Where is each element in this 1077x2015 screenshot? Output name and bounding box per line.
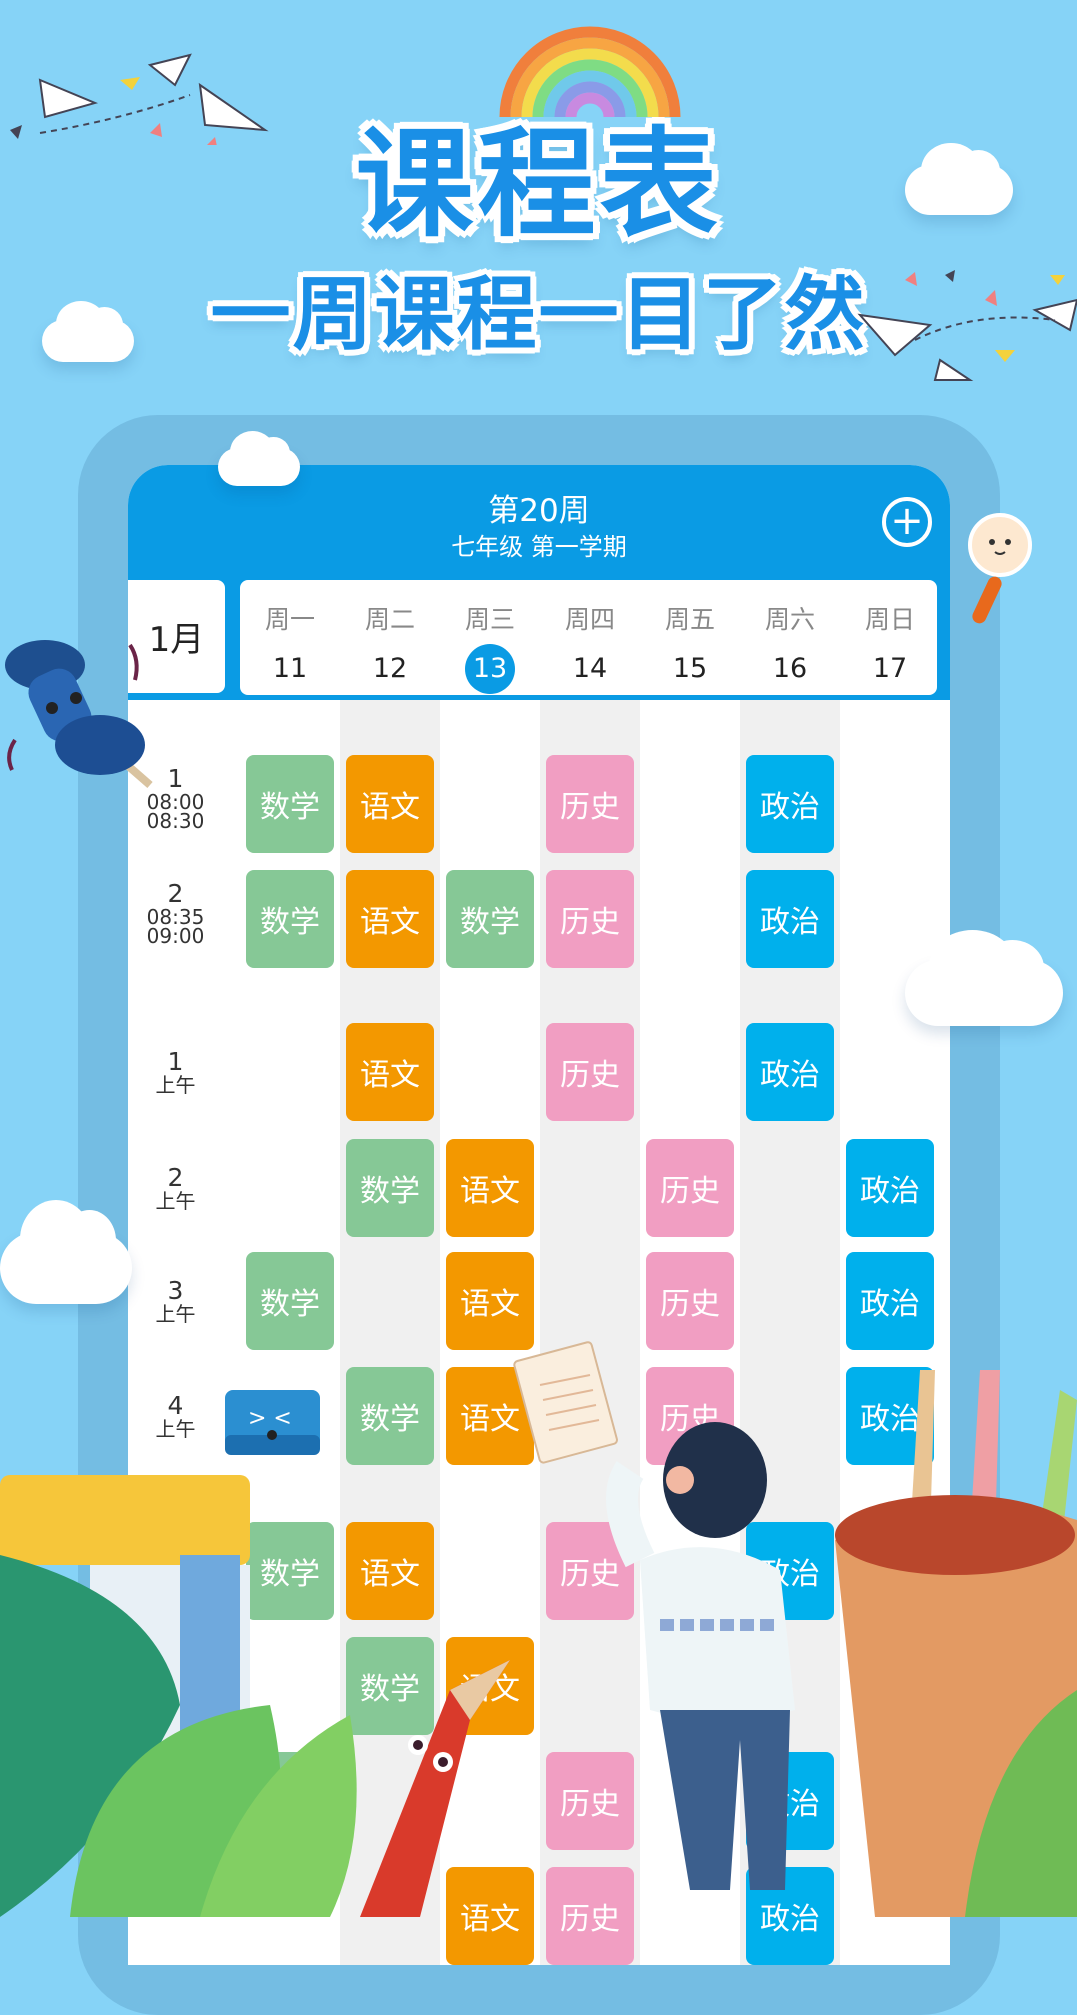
- period-number: 1: [167, 1047, 184, 1076]
- period-number: 3: [167, 1276, 184, 1305]
- cloud-decoration: [905, 142, 1013, 215]
- day-column-header[interactable]: 周六 16: [740, 580, 840, 694]
- period-label: 4 上午: [128, 1391, 223, 1441]
- pencil-cup-illustration: [835, 1370, 1077, 1917]
- period-number: 4: [167, 1391, 184, 1420]
- weekday-label: 周二: [364, 605, 415, 634]
- weekday-label: 周五: [664, 605, 715, 634]
- date-label: 14: [572, 653, 608, 684]
- date-label: 11: [272, 653, 308, 684]
- date-label: 16: [772, 653, 808, 684]
- week-days-bar: 周一 11 周二 12 周三 13 周四 14 周五 15 周六 16 周日 17: [240, 580, 937, 695]
- lesson-block[interactable]: 数学: [246, 870, 334, 968]
- period-time: 上午: [155, 1073, 196, 1097]
- lesson-block[interactable]: 历史: [546, 755, 634, 853]
- lesson-block[interactable]: 数学: [346, 1139, 434, 1237]
- cloud-decoration: [218, 430, 300, 486]
- day-column-header[interactable]: 周四 14: [540, 580, 640, 694]
- day-column-header[interactable]: 周五 15: [640, 580, 740, 694]
- term-label[interactable]: 七年级 第一学期: [128, 527, 950, 562]
- date-label: 15: [672, 653, 708, 684]
- lesson-block[interactable]: 数学: [346, 1367, 434, 1465]
- lesson-block[interactable]: 政治: [746, 755, 834, 853]
- lesson-block[interactable]: 政治: [746, 870, 834, 968]
- plus-circle-icon: +: [890, 498, 924, 544]
- period-time: 09:00: [146, 924, 205, 948]
- cloud-decoration: [905, 930, 1063, 1026]
- weekday-label: 周日: [864, 605, 915, 634]
- day-column-header[interactable]: 周一 11: [240, 580, 340, 694]
- lesson-block[interactable]: 语文: [346, 755, 434, 853]
- period-number: 2: [167, 879, 184, 908]
- svg-text:> <: > <: [248, 1406, 292, 1431]
- week-number[interactable]: 第20周: [128, 485, 950, 530]
- today-date-badge: 13: [465, 644, 515, 694]
- cloud-decoration: [42, 301, 134, 362]
- lesson-block[interactable]: 历史: [546, 1023, 634, 1121]
- paper-planes-illustration: [10, 53, 269, 145]
- day-column-header[interactable]: 周日 17: [840, 580, 940, 694]
- period-time: 上午: [155, 1417, 196, 1441]
- add-course-button[interactable]: +: [882, 497, 932, 547]
- lesson-block[interactable]: 历史: [646, 1139, 734, 1237]
- lesson-block[interactable]: 语文: [346, 870, 434, 968]
- lesson-block[interactable]: 政治: [846, 1139, 934, 1237]
- lesson-block[interactable]: 政治: [746, 1023, 834, 1121]
- day-column-header[interactable]: 周二 12: [340, 580, 440, 694]
- lesson-block[interactable]: 数学: [446, 870, 534, 968]
- period-label: 3 上午: [128, 1276, 223, 1326]
- period-label: 1 上午: [128, 1047, 223, 1097]
- weekday-label: 周四: [564, 605, 615, 634]
- period-time: 上午: [155, 1302, 196, 1326]
- date-label: 12: [372, 653, 408, 684]
- timetable-header: 第20周 七年级 第一学期 + 1月 周一 11 周二 12 周三 13 周四 14 周五 15 周…: [128, 465, 950, 700]
- date-label: 17: [872, 653, 908, 684]
- weekday-label: 周一: [264, 605, 315, 634]
- period-number: 2: [167, 1163, 184, 1192]
- books-leaves-illustration: [0, 1475, 357, 1917]
- paper-planes-illustration-right: [857, 270, 1077, 381]
- lesson-block[interactable]: 语文: [446, 1139, 534, 1237]
- cloud-decoration: [0, 1199, 132, 1304]
- weekday-label: 周六: [764, 605, 815, 634]
- rainbow-illustration: [499, 26, 681, 117]
- eraser-character-illustration: > <: [225, 1390, 320, 1455]
- lesson-block[interactable]: 历史: [546, 870, 634, 968]
- period-time: 08:30: [146, 809, 205, 833]
- day-column-header[interactable]: 周三 13: [440, 580, 540, 694]
- period-time: 上午: [155, 1189, 196, 1213]
- lesson-block[interactable]: 语文: [446, 1252, 534, 1350]
- lesson-block[interactable]: 数学: [246, 1252, 334, 1350]
- boy-illustration: [606, 1422, 795, 1890]
- magnifier-character-illustration: [968, 513, 1032, 624]
- lesson-block[interactable]: 数学: [246, 755, 334, 853]
- lesson-block[interactable]: 政治: [846, 1252, 934, 1350]
- pushpin-character-illustration: [5, 640, 153, 789]
- weekday-label: 周三: [464, 605, 515, 634]
- period-label: 2 08:35 09:00: [128, 879, 223, 948]
- lesson-block[interactable]: 历史: [646, 1252, 734, 1350]
- period-label: 2 上午: [128, 1163, 223, 1213]
- lesson-block[interactable]: 语文: [346, 1023, 434, 1121]
